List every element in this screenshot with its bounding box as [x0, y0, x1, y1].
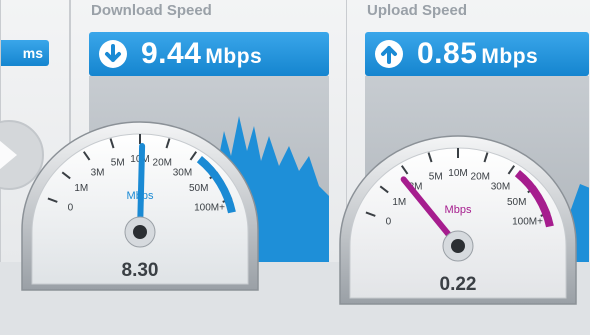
- ul-gauge-tick-label: 20M: [471, 171, 490, 182]
- ul-gauge-tick-label: 100M+: [512, 217, 543, 228]
- ul-gauge-tick-label: 10M: [448, 168, 467, 179]
- ul-gauge-tick-label: 30M: [491, 181, 510, 192]
- dl-gauge-tick-label: 3M: [91, 167, 105, 178]
- upload-gauge: 0 1M 3M 5M 10M 20M 30M 50M 100M+ Mbps 0.22: [336, 132, 580, 312]
- download-title: Download Speed: [91, 2, 212, 19]
- download-gauge-reading: 8.30: [121, 260, 159, 281]
- download-speed-box: 9.44 Mbps: [89, 32, 329, 76]
- dl-gauge-tick-label: 50M: [189, 183, 208, 194]
- arrow-down-circle-icon: [99, 40, 127, 68]
- ul-gauge-tick-label: 50M: [507, 197, 526, 208]
- dl-gauge-tick-label: 100M+: [194, 203, 225, 214]
- dl-gauge-tick-label: 5M: [111, 157, 125, 168]
- dl-gauge-tick-label: 30M: [173, 167, 192, 178]
- arrow-up-circle-icon: [375, 40, 403, 68]
- dl-gauge-tick-label: 0: [68, 203, 74, 214]
- download-gauge-unit: Mbps: [126, 190, 154, 202]
- upload-title: Upload Speed: [367, 2, 468, 19]
- upload-speed-value: 0.85 Mbps: [417, 37, 538, 71]
- ul-gauge-tick-label: 5M: [429, 171, 443, 182]
- dl-gauge-tick-label: 1M: [74, 183, 88, 194]
- latency-button[interactable]: ms: [1, 40, 49, 66]
- ul-gauge-tick-label: 1M: [392, 197, 406, 208]
- download-unit: Mbps: [205, 45, 263, 68]
- latency-button-label: ms: [22, 45, 43, 61]
- upload-gauge-unit: Mbps: [444, 204, 472, 216]
- upload-value: 0.85: [417, 37, 478, 70]
- dl-gauge-tick-label: 20M: [153, 157, 172, 168]
- upload-gauge-reading: 0.22: [439, 274, 477, 295]
- ul-gauge-tick-label: 0: [386, 217, 392, 228]
- upload-unit: Mbps: [481, 45, 539, 68]
- download-gauge: 01M3M5M10M20M30M50M100M+ Mbps 8.30: [18, 118, 262, 298]
- download-value: 9.44: [141, 37, 202, 70]
- upload-speed-box: 0.85 Mbps: [365, 32, 589, 76]
- download-speed-value: 9.44 Mbps: [141, 37, 262, 71]
